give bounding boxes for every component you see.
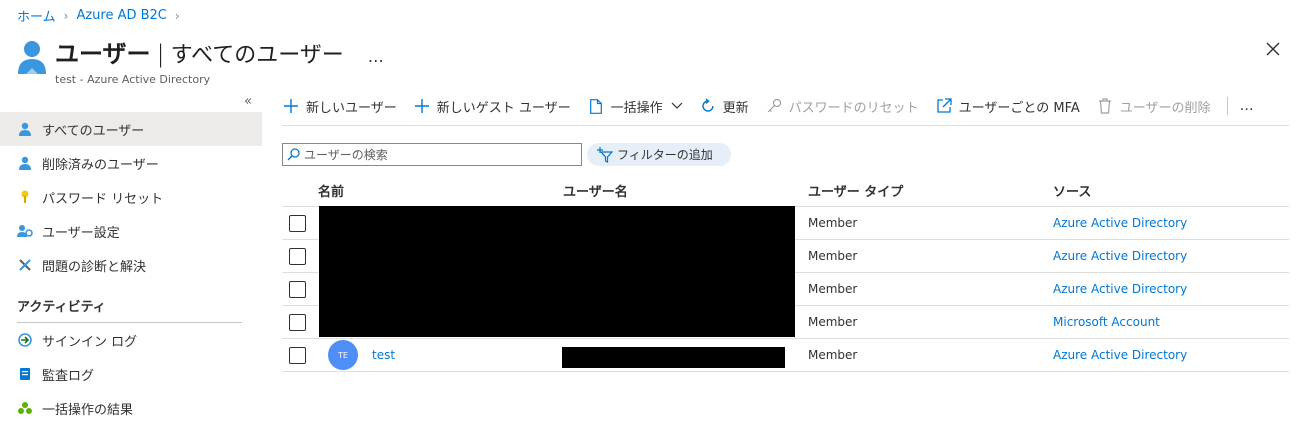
sidebar-item-label: すべてのユーザー (42, 123, 145, 139)
breadcrumb: ホーム › Azure AD B2C › (17, 6, 188, 25)
sidebar-item-label: 一括操作の結果 (42, 402, 134, 418)
plus-icon (282, 97, 300, 115)
new-user-button[interactable]: 新しいユーザー (282, 97, 397, 116)
refresh-label: 更新 (722, 100, 749, 116)
refresh-icon (699, 97, 717, 115)
new-guest-user-label: 新しいゲスト ユーザー (436, 100, 571, 116)
key-icon (17, 189, 33, 205)
sidebar-item-label: ユーザー設定 (42, 225, 120, 241)
close-icon (1266, 42, 1280, 56)
new-guest-user-button[interactable]: 新しいゲスト ユーザー (413, 97, 571, 116)
row-checkbox[interactable] (289, 313, 306, 331)
cell-user-type: Member (808, 315, 858, 329)
sidebar-item-label: 問題の診断と解決 (42, 259, 147, 275)
cell-source[interactable]: Azure Active Directory (1053, 348, 1289, 362)
user-icon (18, 41, 46, 74)
column-header-source[interactable]: ソース (1053, 181, 1289, 200)
add-filter-button[interactable]: フィルターの追加 (587, 143, 731, 166)
external-link-icon (935, 97, 953, 115)
sidebar-item-label: サインイン ログ (42, 334, 138, 350)
page-view-title: すべてのユーザー (170, 43, 344, 68)
sidebar-item-diagnose[interactable]: 問題の診断と解決 (0, 248, 262, 282)
sidebar-item-all-users[interactable]: すべてのユーザー (0, 112, 262, 146)
user-settings-icon (17, 223, 33, 239)
toolbar-more-button[interactable]: … (1240, 98, 1255, 114)
key-icon (765, 97, 783, 115)
cell-user-type: Member (808, 282, 858, 296)
sidebar-nav: すべてのユーザー 削除済みのユーザー パスワード リセット ユーザー設定 問題の… (0, 112, 262, 425)
redacted-region (319, 206, 795, 337)
close-button[interactable] (1262, 38, 1284, 60)
trash-icon (1096, 97, 1114, 115)
per-user-mfa-label: ユーザーごとの MFA (958, 100, 1080, 116)
sidebar: « すべてのユーザー 削除済みのユーザー パスワード リセット ユーザー設定 問… (0, 92, 262, 444)
chevron-right-icon: › (63, 8, 69, 23)
sidebar-item-label: 削除済みのユーザー (42, 157, 159, 173)
user-icon (17, 121, 33, 137)
search-input[interactable] (304, 147, 574, 162)
new-user-label: 新しいユーザー (306, 100, 397, 116)
bulk-operations-button[interactable]: 一括操作 (587, 97, 683, 116)
search-icon (287, 148, 300, 161)
more-options-button[interactable]: … (368, 47, 385, 66)
sidebar-item-sign-in-logs[interactable]: サインイン ログ (0, 323, 262, 357)
column-header-name[interactable]: 名前 (318, 181, 563, 200)
cell-user-type: Member (808, 249, 858, 263)
table-header: 名前 ユーザー名 ユーザー タイプ ソース (282, 175, 1289, 207)
refresh-button[interactable]: 更新 (699, 97, 749, 116)
document-icon (587, 97, 605, 115)
delete-user-button[interactable]: ユーザーの削除 (1096, 97, 1211, 116)
add-filter-icon (597, 146, 613, 163)
collapse-sidebar-button[interactable]: « (244, 94, 252, 109)
toolbar-divider-line (282, 125, 1289, 126)
add-filter-label: フィルターの追加 (617, 148, 713, 162)
page-title: ユーザー (55, 40, 151, 68)
delete-user-label: ユーザーの削除 (1119, 100, 1211, 116)
bulk-results-icon (17, 400, 33, 416)
sidebar-item-user-settings[interactable]: ユーザー設定 (0, 214, 262, 248)
sidebar-item-label: 監査ログ (42, 368, 95, 384)
row-checkbox[interactable] (289, 214, 306, 232)
page-header: ユーザー | すべてのユーザー … test - Azure Active Di… (17, 34, 385, 86)
cell-source[interactable]: Azure Active Directory (1053, 249, 1289, 263)
search-box (282, 143, 582, 166)
row-checkbox[interactable] (289, 280, 306, 298)
row-checkbox[interactable] (289, 247, 306, 265)
sidebar-item-deleted-users[interactable]: 削除済みのユーザー (0, 146, 262, 180)
reset-password-label: パスワードのリセット (788, 100, 919, 116)
per-user-mfa-button[interactable]: ユーザーごとの MFA (935, 97, 1080, 116)
column-header-user-type[interactable]: ユーザー タイプ (808, 181, 1053, 200)
sign-in-icon (17, 332, 33, 348)
reset-password-button[interactable]: パスワードのリセット (765, 97, 919, 116)
wrench-icon (17, 257, 33, 273)
plus-icon (413, 97, 431, 115)
breadcrumb-azure-ad-b2c[interactable]: Azure AD B2C (76, 8, 166, 23)
breadcrumb-home[interactable]: ホーム (17, 6, 56, 25)
cell-user-type: Member (808, 348, 858, 362)
bulk-operations-label: 一括操作 (610, 100, 663, 116)
audit-log-icon (17, 366, 33, 382)
user-icon (17, 155, 33, 171)
title-separator: | (156, 40, 165, 68)
sidebar-item-label: パスワード リセット (42, 191, 164, 207)
avatar: TE (328, 340, 358, 370)
row-checkbox[interactable] (289, 346, 306, 364)
column-header-username[interactable]: ユーザー名 (563, 181, 808, 200)
cell-name[interactable]: test (372, 348, 395, 362)
chevron-down-icon (671, 99, 683, 114)
command-bar: 新しいユーザー 新しいゲスト ユーザー 一括操作 更新 パスワードのリセット ユ… (282, 92, 1289, 120)
table-row[interactable]: TE test Member Azure Active Directory (282, 339, 1289, 372)
toolbar-divider (1226, 97, 1228, 115)
cell-source[interactable]: Microsoft Account (1053, 315, 1289, 329)
section-title-activity: アクティビティ (17, 299, 106, 315)
cell-source[interactable]: Azure Active Directory (1053, 282, 1289, 296)
cell-source[interactable]: Azure Active Directory (1053, 216, 1289, 230)
sidebar-item-bulk-results[interactable]: 一括操作の結果 (0, 391, 262, 425)
sidebar-item-password-reset[interactable]: パスワード リセット (0, 180, 262, 214)
redacted-region (562, 347, 785, 368)
page-subtitle: test - Azure Active Directory (55, 73, 211, 86)
chevron-right-icon: › (174, 8, 180, 23)
sidebar-item-audit-logs[interactable]: 監査ログ (0, 357, 262, 391)
cell-user-type: Member (808, 216, 858, 230)
